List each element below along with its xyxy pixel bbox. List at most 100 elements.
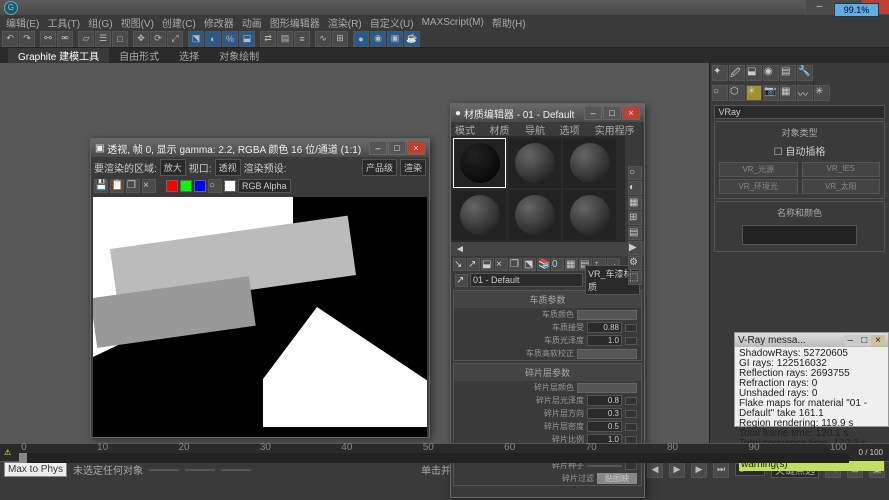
mat-menu-opt[interactable]: 选项(O) <box>560 122 589 136</box>
assign-mat-button[interactable]: ⬓ <box>481 258 494 271</box>
mat-max-button[interactable]: □ <box>603 106 621 120</box>
blue-channel-button[interactable] <box>194 180 206 192</box>
dorender-button[interactable]: 渲染 <box>400 159 426 176</box>
region-dropdown[interactable]: 放大 <box>160 159 186 176</box>
mat-min-button[interactable]: – <box>584 106 602 120</box>
space-cat-icon[interactable]: 〰 <box>797 85 813 101</box>
menu-edit[interactable]: 编辑(E) <box>6 15 39 30</box>
base-color-swatch[interactable] <box>577 310 637 320</box>
menu-anim[interactable]: 动画 <box>242 15 262 30</box>
scale-button[interactable]: ⤢ <box>167 31 183 47</box>
flake-seed-spinner[interactable] <box>587 465 622 467</box>
freeform-tab[interactable]: 自由形式 <box>109 48 169 63</box>
base-gloss-spinner[interactable]: 1.0 <box>587 335 622 346</box>
flake-density-spinner[interactable]: 0.5 <box>587 421 622 432</box>
select-rect-button[interactable]: □ <box>112 31 128 47</box>
flake-params-header[interactable]: 碎片层参数 <box>454 364 641 381</box>
objpaint-tab[interactable]: 对象绘制 <box>209 48 269 63</box>
close-fb-button[interactable]: × <box>142 179 156 193</box>
make-unique-button[interactable]: ⬔ <box>523 258 536 271</box>
angle-snap-button[interactable]: ◐ <box>205 31 221 47</box>
render-titlebar[interactable]: ▣ 透视, 帧 0, 显示 gamma: 2.2, RGBA 颜色 16 位/通… <box>91 139 429 157</box>
z-coord-field[interactable] <box>221 469 251 471</box>
vray-close-button[interactable]: × <box>871 335 885 346</box>
select-button[interactable]: ▱ <box>78 31 94 47</box>
rotate-button[interactable]: ⟳ <box>150 31 166 47</box>
material-slot-1[interactable] <box>453 138 506 188</box>
material-slot-5[interactable] <box>508 190 561 240</box>
color-swatch[interactable] <box>742 225 858 245</box>
vrlight-button[interactable]: VR_光源 <box>719 162 798 177</box>
preview-button[interactable]: ▶ <box>628 241 642 255</box>
next-frame-button[interactable]: ▶ <box>691 462 707 478</box>
prev-frame-button[interactable]: ◀ <box>647 462 663 478</box>
goto-end-button[interactable]: ⏭ <box>713 462 729 478</box>
menu-modifiers[interactable]: 修改器 <box>204 15 234 30</box>
videocheck-button[interactable]: ▤ <box>628 226 642 240</box>
vray-max-button[interactable]: □ <box>857 335 871 346</box>
move-button[interactable]: ✥ <box>133 31 149 47</box>
vries-button[interactable]: VR_IES <box>802 162 881 177</box>
menu-create[interactable]: 创建(C) <box>162 15 196 30</box>
layer-button[interactable]: ≡ <box>294 31 310 47</box>
curve-button[interactable]: ∿ <box>315 31 331 47</box>
green-channel-button[interactable] <box>180 180 192 192</box>
select-by-mat-button[interactable]: ⬚ <box>628 271 642 285</box>
clone-button[interactable]: ❐ <box>126 179 140 193</box>
vray-titlebar[interactable]: V-Ray messa... – □ × <box>735 333 888 347</box>
vrambient-button[interactable]: VR_环境光 <box>719 179 798 194</box>
copy-image-button[interactable]: 📋 <box>110 179 124 193</box>
mat-menu-nav[interactable]: 导航(N) <box>525 122 554 136</box>
geom-cat-icon[interactable]: ○ <box>712 85 728 101</box>
mono-button[interactable]: ○ <box>208 179 222 193</box>
flake-gloss-spinner[interactable]: 0.8 <box>587 395 622 406</box>
uvtile-button[interactable]: ⊞ <box>628 211 642 225</box>
save-image-button[interactable]: 💾 <box>94 179 108 193</box>
undo-button[interactable]: ↶ <box>2 31 18 47</box>
modify-tab-icon[interactable]: 🖉 <box>729 65 745 81</box>
time-slider[interactable] <box>19 453 27 463</box>
redo-button[interactable]: ↷ <box>19 31 35 47</box>
get-mat-button[interactable]: ↘ <box>453 258 466 271</box>
y-coord-field[interactable] <box>185 469 215 471</box>
systems-cat-icon[interactable]: ✳ <box>814 85 830 101</box>
mat-titlebar[interactable]: ● 材质编辑器 - 01 - Default – □ × <box>451 104 644 122</box>
material-slot-6[interactable] <box>563 190 616 240</box>
selection-tab[interactable]: 选择 <box>169 48 209 63</box>
make-copy-button[interactable]: ❐ <box>509 258 522 271</box>
menu-tools[interactable]: 工具(T) <box>47 15 80 30</box>
menu-help[interactable]: 帮助(H) <box>492 15 526 30</box>
align-button[interactable]: ▤ <box>277 31 293 47</box>
timeline-track[interactable] <box>19 453 848 463</box>
schematic-button[interactable]: ⊞ <box>332 31 348 47</box>
minimize-button[interactable]: – <box>805 0 833 14</box>
channel-dropdown[interactable]: RGB Alpha <box>238 179 291 193</box>
mat-editor-button[interactable]: ● <box>353 31 369 47</box>
flake-color-swatch[interactable] <box>577 383 637 393</box>
helpers-cat-icon[interactable]: ▦ <box>780 85 796 101</box>
renderer-dropdown[interactable]: VRay <box>714 105 884 119</box>
shapes-cat-icon[interactable]: ⬡ <box>729 85 745 101</box>
mirror-button[interactable]: ⇄ <box>260 31 276 47</box>
menu-render[interactable]: 渲染(R) <box>328 15 362 30</box>
mat-menu-material[interactable]: 材质(M) <box>490 122 519 136</box>
mat-name-field[interactable]: 01 - Default <box>470 273 583 287</box>
material-slot-3[interactable] <box>563 138 616 188</box>
autogrid-checkbox[interactable]: ☐ <box>774 147 786 158</box>
menu-view[interactable]: 视图(V) <box>121 15 154 30</box>
base-reflect-spinner[interactable]: 0.88 <box>587 322 622 333</box>
render-button[interactable]: ☕ <box>404 31 420 47</box>
display-tab-icon[interactable]: ▤ <box>780 65 796 81</box>
red-channel-button[interactable] <box>166 180 178 192</box>
options-button[interactable]: ⚙ <box>628 256 642 270</box>
render-min-button[interactable]: – <box>369 141 387 155</box>
vray-min-button[interactable]: – <box>844 335 858 346</box>
viewport-dropdown[interactable]: 透视 <box>215 159 241 176</box>
x-coord-field[interactable] <box>149 469 179 471</box>
render-fb-button[interactable]: ▣ <box>387 31 403 47</box>
link-button[interactable]: ⚯ <box>40 31 56 47</box>
unlink-button[interactable]: ⚮ <box>57 31 73 47</box>
backlight-button[interactable]: ◐ <box>628 181 642 195</box>
background-button[interactable]: ▦ <box>628 196 642 210</box>
menu-script[interactable]: MAXScript(M) <box>422 17 484 28</box>
